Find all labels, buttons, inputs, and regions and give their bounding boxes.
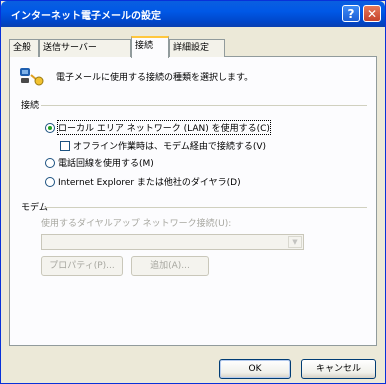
title-bar[interactable]: インターネット電子メールの設定 ? ✕ [1, 1, 385, 27]
connection-group-label: 接続 [21, 101, 40, 111]
dialup-connection-label: 使用するダイヤルアップ ネットワーク接続(U): [41, 219, 232, 229]
add-button[interactable]: 追加(A)... [131, 256, 209, 276]
tab-connection[interactable]: 接続 [131, 36, 169, 58]
help-button[interactable]: ? [342, 5, 360, 22]
dialog-window: インターネット電子メールの設定 ? ✕ 全般 送信サーバー 接続 詳細設定 電子… [0, 0, 386, 384]
offline-modem-checkbox[interactable] [60, 141, 70, 151]
tab-general[interactable]: 全般 [9, 39, 39, 57]
connection-group-divider [41, 105, 367, 106]
tab-outgoing-server[interactable]: 送信サーバー [39, 39, 131, 57]
dialup-connection-select[interactable]: ▼ [41, 234, 304, 250]
connection-description: 電子メールに使用する接続の種類を選択します。 [56, 73, 254, 83]
lan-radio[interactable] [45, 123, 55, 133]
phone-line-radio[interactable] [45, 158, 55, 168]
ie-dialer-radio[interactable] [45, 177, 55, 187]
close-button[interactable]: ✕ [363, 5, 381, 22]
modem-group-label: モデム [21, 203, 48, 213]
modem-group-divider [45, 207, 367, 208]
ie-dialer-option-label[interactable]: Internet Explorer または他社のダイヤラ(D) [58, 175, 241, 188]
network-connection-icon [20, 68, 44, 86]
ok-button[interactable]: OK [219, 359, 291, 379]
phone-line-option-label[interactable]: 電話回線を使用する(M) [58, 156, 154, 169]
tab-panel-connection [9, 56, 377, 346]
offline-modem-label[interactable]: オフライン作業時は、モデム経由で接続する(V) [73, 139, 266, 152]
window-title: インターネット電子メールの設定 [11, 11, 161, 22]
tab-advanced[interactable]: 詳細設定 [169, 39, 225, 57]
properties-button[interactable]: プロパティ(P)... [41, 256, 123, 276]
chevron-down-icon[interactable]: ▼ [288, 236, 302, 248]
cancel-button[interactable]: キャンセル [301, 359, 376, 379]
lan-option-label[interactable]: ローカル エリア ネットワーク (LAN) を使用する(C) [57, 120, 271, 135]
